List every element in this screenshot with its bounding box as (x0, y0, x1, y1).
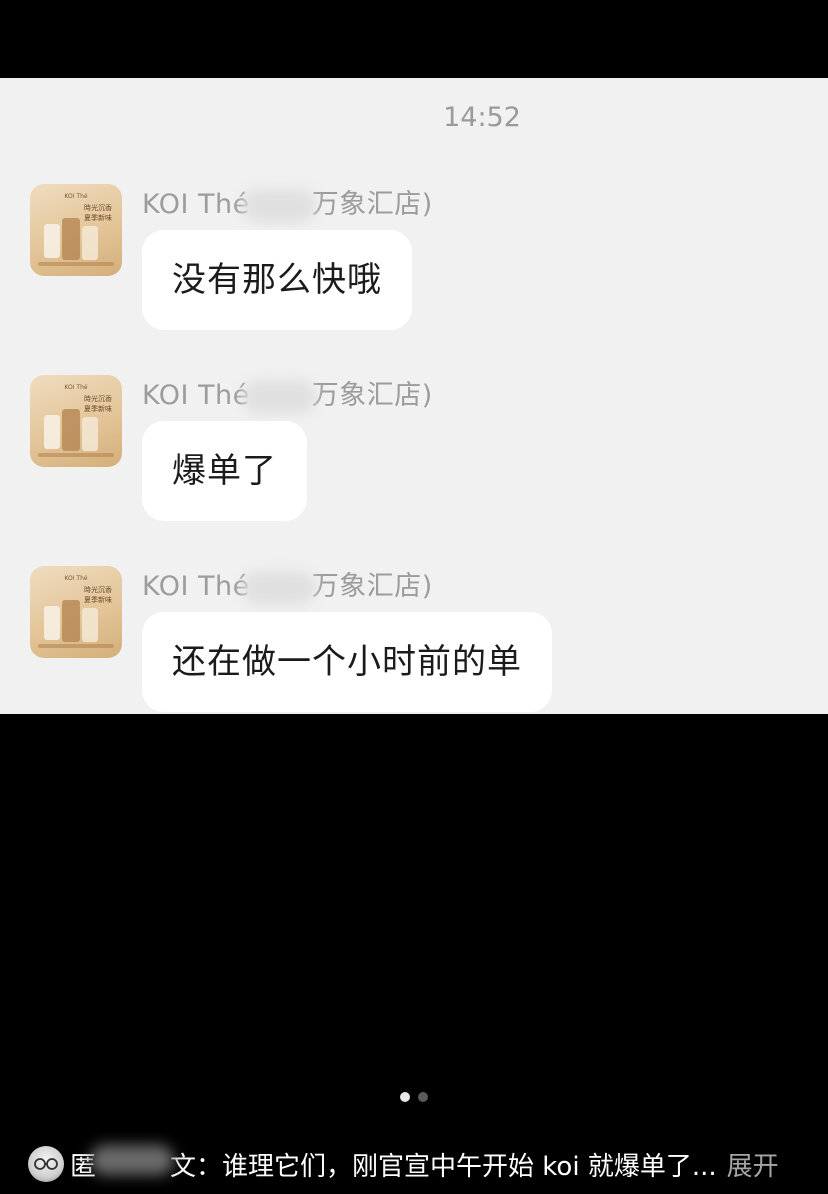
caption-username[interactable]: 匿文 (70, 1145, 196, 1183)
message-bubble: 爆单了 (142, 421, 307, 521)
svg-text:時光沉香: 時光沉香 (84, 394, 112, 403)
store-avatar-icon: KOI Thé 時光沉香 夏季新味 (30, 566, 122, 658)
redacted-blur (241, 570, 316, 605)
post-viewer: 14:52 KOI Thé 時光沉香 夏季新味 KOI Thé 万象汇店) 没有那… (0, 0, 828, 1194)
message-bubble: 还在做一个小时前的单 (142, 612, 552, 712)
svg-text:KOI Thé: KOI Thé (64, 384, 87, 391)
store-avatar-icon: KOI Thé 時光沉香 夏季新味 (30, 375, 122, 467)
chat-timestamp: 14:52 (443, 102, 521, 133)
chat-screenshot-image[interactable]: 14:52 KOI Thé 時光沉香 夏季新味 KOI Thé 万象汇店) 没有那… (0, 78, 828, 714)
sender-name: KOI Thé 万象汇店) (142, 182, 433, 223)
svg-text:KOI Thé: KOI Thé (64, 193, 87, 200)
svg-text:KOI Thé: KOI Thé (64, 575, 87, 582)
carousel-dot-active[interactable] (400, 1092, 410, 1102)
expand-button[interactable]: 展开 (727, 1146, 779, 1183)
message-bubble: 没有那么快哦 (142, 230, 412, 330)
sender-name: KOI Thé 万象汇店) (142, 373, 433, 414)
user-avatar-icon[interactable] (28, 1146, 64, 1182)
svg-text:夏季新味: 夏季新味 (84, 213, 112, 222)
redacted-blur (241, 188, 316, 223)
svg-text:時光沉香: 時光沉香 (84, 203, 112, 212)
post-caption[interactable]: 匿文 ：谁理它们，刚官宣中午开始 koi 就爆单了... 展开 (28, 1140, 818, 1188)
svg-text:夏季新味: 夏季新味 (84, 404, 112, 413)
svg-text:時光沉香: 時光沉香 (84, 585, 112, 594)
redacted-blur (90, 1145, 175, 1175)
carousel-dot[interactable] (418, 1092, 428, 1102)
store-avatar-icon: KOI Thé 時光沉香 夏季新味 (30, 184, 122, 276)
sender-name: KOI Thé 万象汇店) (142, 564, 433, 605)
redacted-blur (241, 379, 316, 414)
caption-text: ：谁理它们，刚官宣中午开始 koi 就爆单了... (196, 1151, 717, 1182)
carousel-indicator[interactable] (0, 1092, 828, 1102)
svg-text:夏季新味: 夏季新味 (84, 595, 112, 604)
